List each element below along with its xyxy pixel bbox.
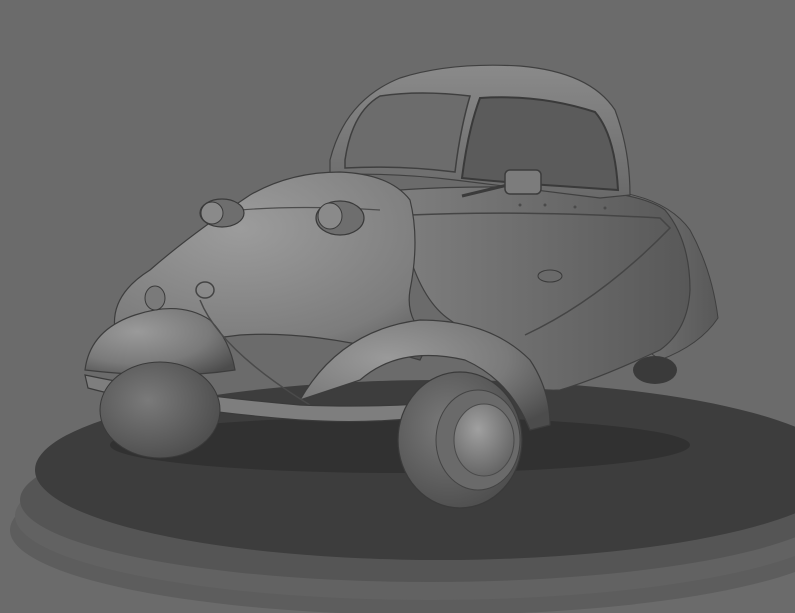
headlight-right <box>315 200 365 236</box>
hubcap <box>453 403 515 477</box>
render-viewport <box>0 0 795 613</box>
turn-indicator <box>144 285 166 311</box>
car-model <box>84 64 719 509</box>
front-right-wheel <box>397 371 523 509</box>
front-left-wheel <box>99 361 221 459</box>
scene-svg <box>10 64 795 613</box>
rear-wheel <box>633 356 677 384</box>
headlight-left <box>199 198 245 228</box>
door-handle <box>537 269 563 283</box>
